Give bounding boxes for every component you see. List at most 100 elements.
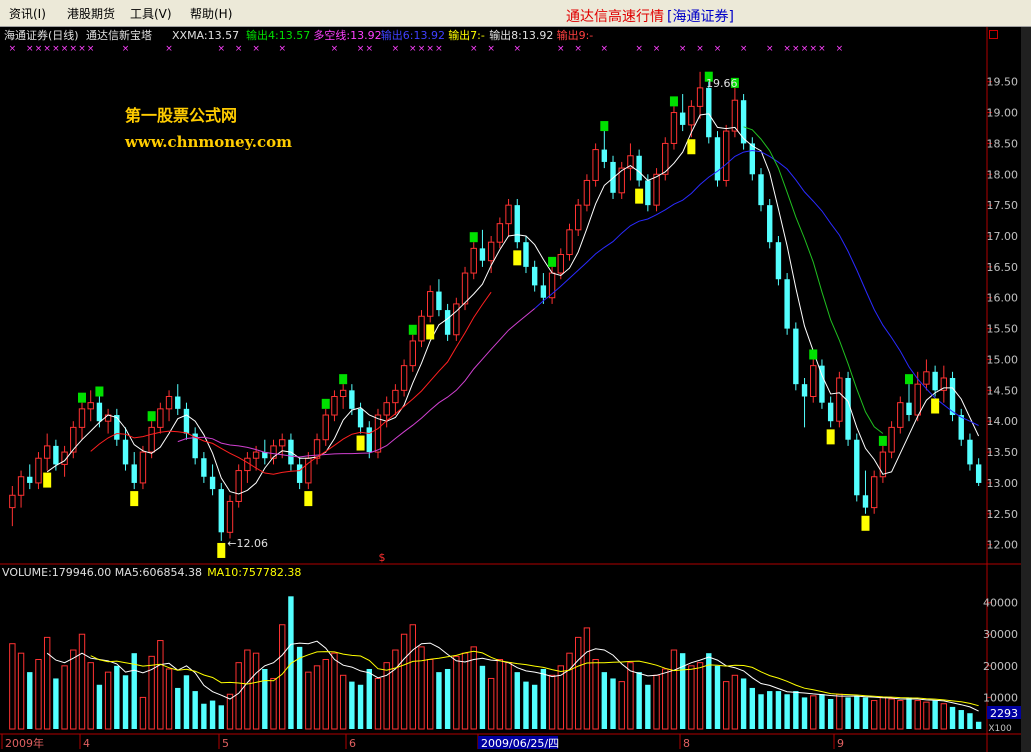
buy-signal-marker — [548, 256, 557, 267]
buy-signal-marker — [878, 435, 887, 446]
price-tick-label: 16.50 — [987, 261, 1019, 274]
price-tick-label: 13.50 — [987, 446, 1019, 459]
volume-bar — [836, 693, 843, 730]
candle-body — [244, 457, 251, 472]
volume-bar — [688, 665, 695, 730]
signal-x-mark: × — [426, 44, 434, 54]
price-tick-label: 19.00 — [987, 107, 1019, 120]
volume-bar — [35, 659, 42, 730]
volume-bar — [523, 681, 529, 729]
indicator-value: 输出6:13.92 — [381, 28, 445, 42]
signal-x-mark: × — [52, 44, 60, 54]
candle-body — [43, 445, 51, 459]
signal-x-mark: × — [365, 44, 373, 54]
high-price-label: 19.66 — [706, 77, 738, 90]
candle-body — [775, 242, 782, 280]
signal-x-mark: × — [43, 44, 51, 54]
volume-bar — [148, 655, 155, 730]
volume-bar — [854, 695, 860, 729]
candle-body — [906, 402, 912, 416]
close-icon[interactable] — [989, 30, 998, 39]
candle-body — [505, 204, 512, 225]
candle-body — [932, 371, 938, 391]
candle-body — [958, 415, 964, 440]
candle-body — [523, 242, 529, 267]
menu-news[interactable]: 资讯(I) — [9, 5, 46, 22]
volume-bar — [366, 668, 372, 729]
menu-tools[interactable]: 工具(V) — [130, 5, 172, 22]
candle-body — [400, 365, 408, 391]
volume-bar — [767, 691, 773, 729]
candle-body — [17, 476, 25, 496]
volume-bar — [61, 665, 68, 730]
volume-bar — [645, 684, 651, 729]
volume-bar — [122, 675, 129, 729]
volume-bar — [653, 674, 660, 730]
buy-signal-marker — [408, 324, 417, 335]
candle-body — [235, 470, 242, 502]
volume-bar — [487, 677, 495, 730]
sell-signal-marker — [426, 324, 435, 340]
sell-signal-marker — [861, 515, 870, 531]
buy-signal-marker — [147, 411, 156, 422]
sell-signal-marker — [513, 250, 522, 266]
volume-bar — [374, 677, 382, 730]
candle-body — [670, 112, 678, 144]
volume-bar — [618, 681, 625, 730]
volume-bar — [793, 691, 799, 729]
volume-bar — [114, 665, 120, 729]
price-tick-label: 17.50 — [987, 199, 1019, 212]
candle-body — [870, 476, 878, 509]
volume-bar — [409, 624, 416, 730]
volume-bar — [696, 662, 704, 730]
candle-body — [557, 254, 564, 274]
candle-body — [749, 143, 756, 175]
menu-help[interactable]: 帮助(H) — [190, 5, 232, 22]
volume-bar — [400, 633, 408, 730]
volume-bar — [670, 649, 678, 730]
buy-signal-marker — [339, 374, 348, 385]
volume-tick-label: 20000 — [983, 660, 1018, 673]
signal-x-mark: × — [653, 44, 661, 54]
candle-body — [714, 137, 721, 181]
menu-hk-futures[interactable]: 港股期货 — [67, 5, 115, 22]
signal-x-mark: × — [87, 44, 95, 54]
price-tick-label: 14.00 — [987, 415, 1019, 428]
signal-x-mark: × — [409, 44, 417, 54]
volume-bar — [749, 687, 756, 729]
price-tick-label: 13.00 — [987, 477, 1019, 490]
price-tick-label: 17.00 — [987, 230, 1019, 243]
volume-bar — [322, 659, 329, 730]
buy-signal-marker — [669, 96, 678, 107]
watermark-url: www.chnmoney.com — [124, 133, 292, 151]
volume-bar — [453, 655, 460, 730]
sell-signal-marker — [304, 491, 313, 507]
signal-x-mark: × — [801, 44, 809, 54]
signal-x-mark: × — [165, 44, 173, 54]
sell-signal-marker — [130, 491, 139, 507]
candle-body — [801, 384, 808, 397]
volume-bar — [157, 640, 164, 730]
candle-body — [862, 495, 869, 508]
signal-x-mark: × — [574, 44, 582, 54]
candle-body — [122, 439, 129, 465]
candle-body — [209, 476, 216, 490]
candle-body — [888, 426, 895, 453]
watermark-title: 第一股票公式网 — [125, 106, 237, 125]
candle-body — [566, 229, 573, 256]
indicator-value: 输出9:- — [557, 28, 594, 42]
signal-x-mark: × — [470, 44, 478, 54]
volume-tick-label: 30000 — [983, 628, 1018, 641]
buy-signal-marker — [321, 398, 330, 409]
candle-body — [645, 180, 651, 206]
volume-bar — [505, 662, 512, 730]
sell-signal-marker — [356, 435, 365, 451]
candle-body — [793, 328, 799, 385]
volume-bar — [383, 662, 390, 730]
candle-body — [688, 105, 695, 126]
candle-body — [226, 500, 234, 533]
volume-bar — [392, 649, 399, 730]
candle-body — [706, 87, 712, 138]
stock-chart[interactable]: 19.50 19.00 18.50 18.00 17.50 17.00 16.50 16.00… — [0, 27, 1031, 752]
candle-body — [923, 371, 930, 385]
